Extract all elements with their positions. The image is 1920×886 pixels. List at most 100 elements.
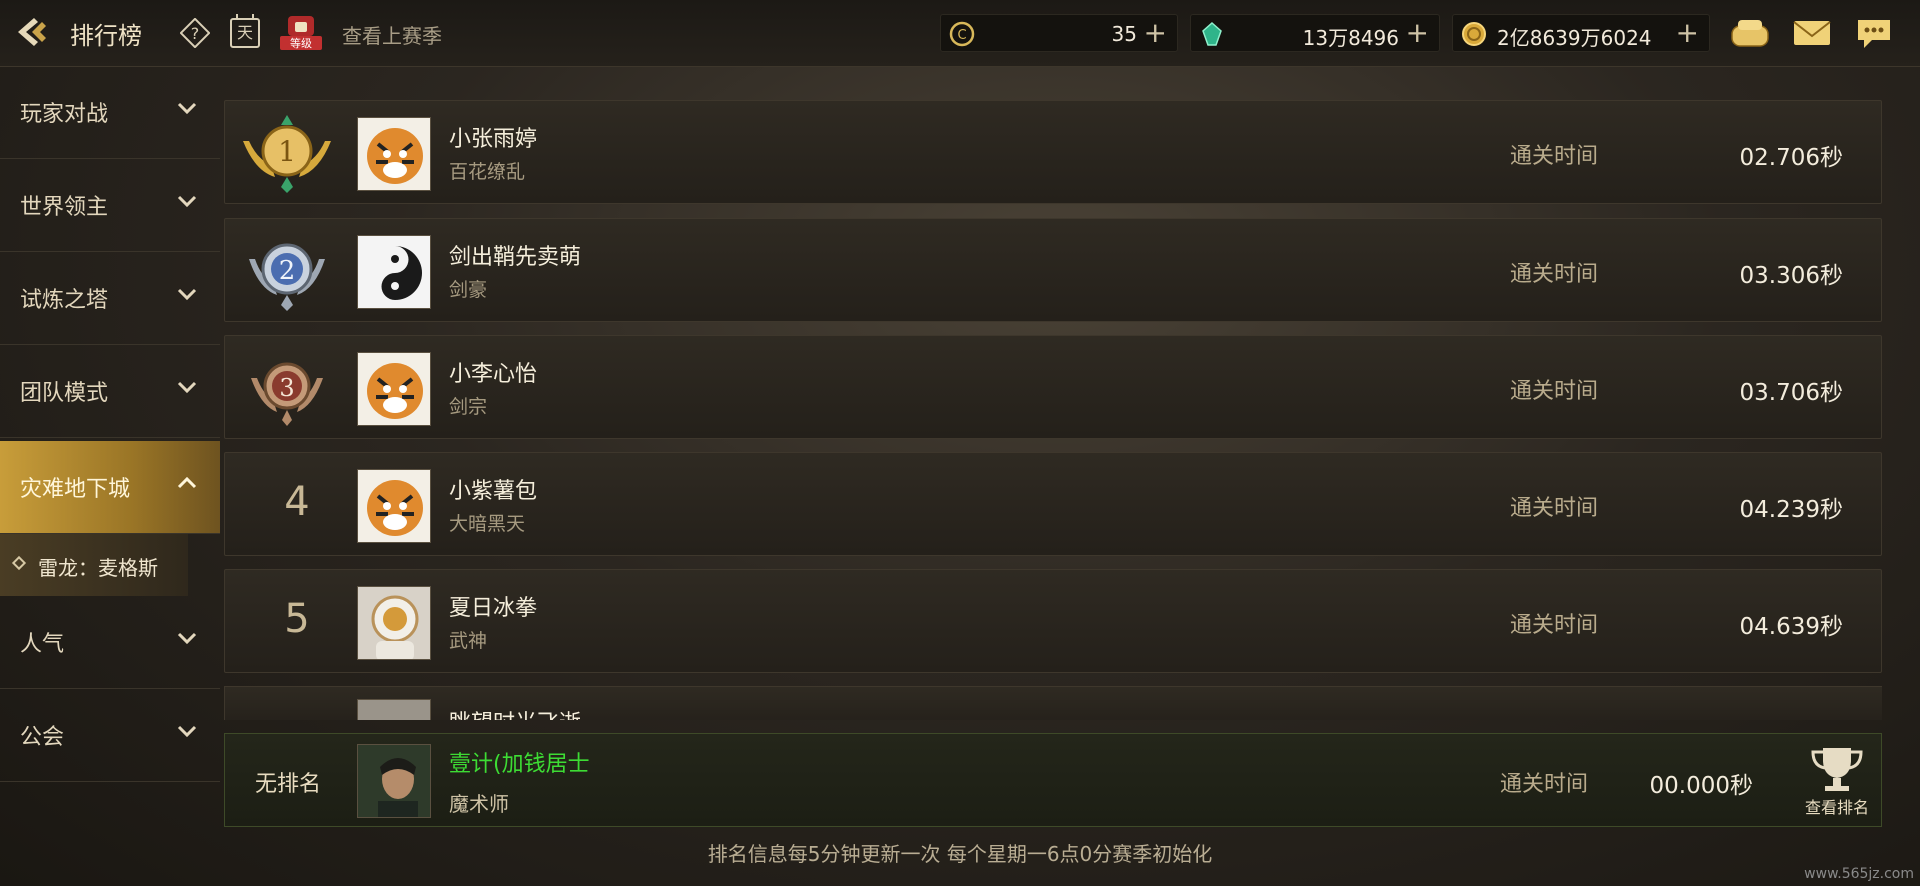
sidebar-item-trial-tower[interactable]: 试炼之塔	[0, 252, 220, 345]
leaderboard-row-partial[interactable]: 眺望时光飞逝	[224, 686, 1882, 720]
player-name: 小紫薯包	[449, 479, 538, 504]
chevron-down-icon	[177, 195, 197, 208]
player-class: 大暗黑天	[449, 513, 526, 535]
sidebar-item-guild[interactable]: 公会	[0, 689, 220, 782]
my-player-name: 壹计(加钱居士	[449, 752, 590, 777]
player-class: 剑豪	[449, 279, 488, 301]
clear-time-label: 通关时间	[1510, 379, 1599, 404]
chevron-down-icon	[177, 288, 197, 301]
update-notice: 排名信息每5分钟更新一次 每个星期一6点0分赛季初始化	[707, 842, 1213, 866]
tiger-avatar-icon	[358, 118, 430, 190]
chevron-down-icon	[177, 381, 197, 394]
avatar[interactable]	[357, 235, 431, 309]
clear-time-value: 04.639秒	[1739, 614, 1843, 640]
top-bar: 排行榜 ? 天 等级 查看上赛季 C 35 + 13万8496 + 2亿8639…	[0, 0, 1920, 67]
clear-time-label: 通关时间	[1510, 262, 1599, 287]
my-avatar[interactable]	[357, 744, 431, 818]
clear-time-label: 通关时间	[1510, 496, 1599, 521]
my-player-class: 魔术师	[449, 792, 509, 816]
watermark: www.565jz.com	[1804, 866, 1914, 882]
sidebar-subitem-thunder-dragon[interactable]: 雷龙：麦格斯	[0, 534, 188, 596]
avatar[interactable]	[357, 352, 431, 426]
player-class: 剑宗	[449, 396, 488, 418]
avatar[interactable]	[357, 586, 431, 660]
portrait-avatar-icon	[358, 700, 430, 720]
leaderboard-list[interactable]: 1 小张雨婷 百花缭乱 通关时间 02.706秒 2 剑出鞘先卖萌 剑豪 通关时…	[224, 100, 1882, 720]
diamond-bullet-icon	[11, 555, 27, 571]
add-c-coin-button[interactable]: +	[1144, 17, 1167, 49]
mail-icon[interactable]	[1790, 14, 1834, 52]
add-gold-button[interactable]: +	[1676, 17, 1699, 49]
currency-value: 13万8496	[1302, 26, 1399, 50]
clear-time-label: 通关时间	[1510, 613, 1599, 638]
help-icon[interactable]: ?	[180, 18, 210, 48]
mailbox-icon[interactable]	[1728, 14, 1772, 52]
level-label: 等级	[290, 36, 312, 50]
sidebar-item-team-mode[interactable]: 团队模式	[0, 345, 220, 438]
sidebar-item-label: 人气	[20, 632, 65, 657]
rank-number: 4	[284, 479, 310, 525]
sidebar-item-label: 灾难地下城	[20, 477, 131, 502]
tiger-avatar-icon	[358, 470, 430, 542]
trophy-icon	[1811, 748, 1863, 791]
gold-coin-icon	[1462, 22, 1486, 46]
chevron-down-icon	[177, 725, 197, 738]
chevron-up-icon	[177, 476, 197, 489]
bronze-rank-medal-icon: 3	[251, 362, 323, 426]
leaderboard-row[interactable]: 4 小紫薯包 大暗黑天 通关时间 04.239秒	[224, 452, 1882, 556]
avatar[interactable]	[357, 699, 431, 720]
clear-time-value: 04.239秒	[1739, 497, 1843, 523]
avatar[interactable]	[357, 117, 431, 191]
level-badge-icon[interactable]: 等级	[278, 14, 324, 52]
sidebar-item-label: 团队模式	[20, 381, 109, 406]
view-ranking-button[interactable]: 查看排名	[1797, 740, 1877, 822]
currency-gem: 13万8496 +	[1190, 14, 1440, 52]
c-coin-icon: C	[949, 21, 975, 47]
leaderboard-row[interactable]: 3 小李心怡 剑宗 通关时间 03.706秒	[224, 335, 1882, 439]
view-ranking-label: 查看排名	[1804, 798, 1869, 817]
calendar-label: 天	[236, 23, 253, 42]
chat-icon[interactable]	[1852, 14, 1896, 52]
calendar-icon[interactable]: 天	[230, 14, 260, 48]
player-name: 小张雨婷	[449, 127, 538, 152]
clear-time-value: 00.000秒	[1649, 773, 1753, 799]
sidebar-item-label: 世界领主	[20, 195, 109, 220]
my-rank: 无排名	[255, 772, 322, 797]
prev-season-link[interactable]: 查看上赛季	[342, 20, 442, 49]
leaderboard-row[interactable]: 5 夏日冰拳 武神 通关时间 04.639秒	[224, 569, 1882, 673]
clear-time-value: 03.706秒	[1739, 380, 1843, 406]
clear-time-value: 03.306秒	[1739, 263, 1843, 289]
yin-yang-avatar-icon	[358, 236, 430, 308]
sidebar-item-pvp[interactable]: 玩家对战	[0, 66, 220, 159]
svg-text:?: ?	[191, 24, 200, 43]
sidebar-item-label: 玩家对战	[20, 102, 109, 127]
player-name: 剑出鞘先卖萌	[449, 245, 582, 270]
category-sidebar: 玩家对战 世界领主 试炼之塔 团队模式 灾难地下城 雷龙：麦格斯 人气 公会	[0, 66, 220, 786]
sidebar-item-popularity[interactable]: 人气	[0, 596, 220, 689]
clear-time-label: 通关时间	[1500, 772, 1589, 797]
rank-number: 3	[279, 374, 294, 402]
avatar[interactable]	[357, 469, 431, 543]
sidebar-item-disaster-dungeon[interactable]: 灾难地下城	[0, 441, 220, 534]
currency-value: 35	[1111, 22, 1137, 46]
player-name: 眺望时光飞逝	[449, 705, 581, 720]
sidebar-item-world-boss[interactable]: 世界领主	[0, 159, 220, 252]
chevron-down-icon	[177, 102, 197, 115]
add-gem-button[interactable]: +	[1406, 17, 1429, 49]
leaderboard-row[interactable]: 2 剑出鞘先卖萌 剑豪 通关时间 03.306秒	[224, 218, 1882, 322]
currency-value: 2亿8639万6024	[1497, 26, 1652, 50]
player-name: 小李心怡	[449, 362, 538, 387]
clear-time-label: 通关时间	[1510, 144, 1599, 169]
astronaut-avatar-icon	[358, 587, 430, 659]
back-arrow-icon[interactable]	[12, 12, 56, 52]
my-rank-row: 无排名 壹计(加钱居士 魔术师 通关时间 00.000秒 查看排名	[224, 733, 1882, 827]
tiger-avatar-icon	[358, 353, 430, 425]
rank-number: 2	[279, 256, 296, 286]
leaderboard-row[interactable]: 1 小张雨婷 百花缭乱 通关时间 02.706秒	[224, 100, 1882, 204]
player-name: 夏日冰拳	[449, 596, 538, 621]
player-class: 百花缭乱	[449, 161, 526, 183]
silver-rank-medal-icon: 2	[249, 243, 325, 311]
gem-icon	[1202, 21, 1222, 46]
gold-rank-medal-icon: 1	[243, 115, 331, 193]
sidebar-item-label: 公会	[20, 725, 65, 750]
